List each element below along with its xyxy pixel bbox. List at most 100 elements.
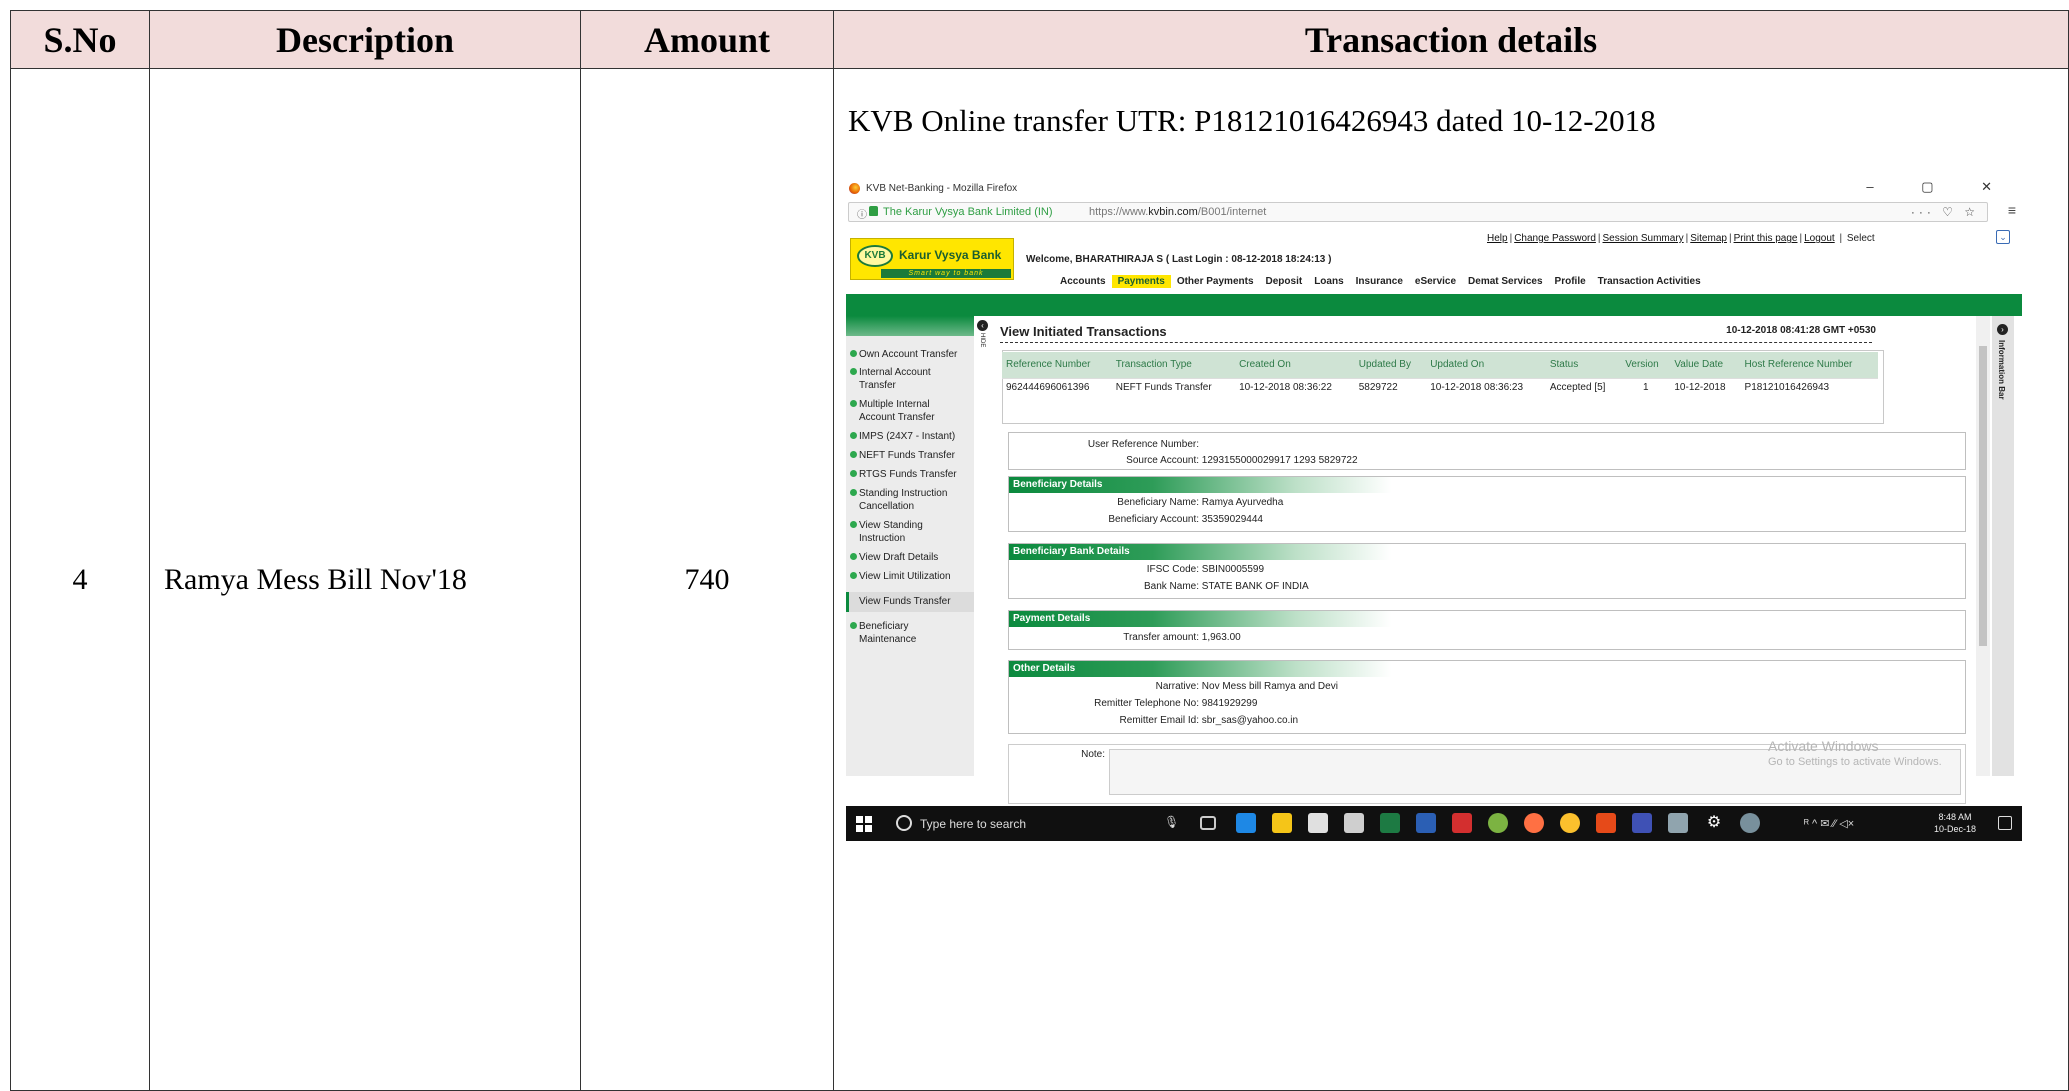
table-row[interactable]: 962444696061396 NEFT Funds Transfer 10-1… bbox=[1002, 377, 1878, 408]
app-icon[interactable] bbox=[1488, 813, 1508, 833]
page-timestamp: 10-12-2018 08:41:28 GMT +0530 bbox=[1726, 325, 1876, 336]
notification-icon[interactable] bbox=[1998, 816, 2012, 830]
app-icon[interactable] bbox=[1632, 813, 1652, 833]
taskbar-search[interactable]: Type here to search bbox=[920, 817, 1026, 831]
language-select[interactable]: Select bbox=[1847, 233, 1875, 244]
edge-icon[interactable] bbox=[1236, 813, 1256, 833]
col-value-date: Value Date bbox=[1670, 352, 1741, 378]
firefox-icon bbox=[849, 183, 860, 194]
col-status: Status bbox=[1545, 352, 1622, 378]
nav-accounts[interactable]: Accounts bbox=[1054, 275, 1112, 288]
welcome-text: Welcome, BHARATHIRAJA S ( Last Login : 0… bbox=[1026, 254, 1332, 265]
session-summary-link[interactable]: Session Summary bbox=[1603, 233, 1684, 244]
hide-label: HIDE bbox=[979, 333, 985, 348]
col-version: Version bbox=[1621, 352, 1671, 378]
microphone-icon[interactable]: 🎙 bbox=[1164, 815, 1179, 829]
vertical-scrollbar[interactable] bbox=[1976, 316, 1990, 776]
hide-sidebar-toggle[interactable]: ‹ HIDE bbox=[977, 320, 989, 364]
nav-deposit[interactable]: Deposit bbox=[1260, 275, 1309, 288]
nav-transaction-activities[interactable]: Transaction Activities bbox=[1592, 275, 1707, 288]
header-transaction-details: Transaction details bbox=[833, 10, 2069, 69]
bank-details-title: Beneficiary Bank Details bbox=[1009, 544, 1965, 560]
file-explorer-icon[interactable] bbox=[1272, 813, 1292, 833]
windows-taskbar: Type here to search 🎙 ⚙ ᴿ ^ ✉ ⁄⁄ ◁× 8:48… bbox=[846, 806, 2022, 841]
information-bar[interactable]: › Information Bar bbox=[1992, 316, 2014, 776]
narrative: Nov Mess bill Ramya and Devi bbox=[1201, 681, 1338, 692]
nav-demat[interactable]: Demat Services bbox=[1462, 275, 1549, 288]
settings-icon[interactable]: ⚙ bbox=[1704, 813, 1724, 833]
sidebar-item-view-limit[interactable]: View Limit Utilization bbox=[850, 570, 970, 583]
sidebar-item-si-cancellation[interactable]: Standing Instruction Cancellation bbox=[850, 487, 970, 513]
cortana-icon[interactable] bbox=[896, 815, 912, 831]
sidebar-item-imps[interactable]: IMPS (24X7 - Instant) bbox=[850, 430, 970, 443]
hamburger-menu-icon[interactable]: ≡ bbox=[2008, 202, 2016, 218]
sidebar-item-neft[interactable]: NEFT Funds Transfer bbox=[850, 449, 970, 462]
initiated-transactions-table: Reference Number Transaction Type Create… bbox=[1002, 352, 1878, 408]
header-sno: S.No bbox=[10, 10, 150, 69]
nav-insurance[interactable]: Insurance bbox=[1350, 275, 1409, 288]
firefox-taskbar-icon[interactable] bbox=[1524, 813, 1544, 833]
sidebar-item-view-standing[interactable]: View Standing Instruction bbox=[850, 519, 970, 545]
system-tray[interactable]: ᴿ ^ ✉ ⁄⁄ ◁× bbox=[1804, 817, 1854, 830]
nav-loans[interactable]: Loans bbox=[1308, 275, 1349, 288]
page-actions-icon[interactable]: ··· ♡ ☆ bbox=[1911, 205, 1979, 219]
info-icon[interactable]: ⓘ bbox=[857, 206, 867, 221]
header-amount: Amount bbox=[580, 10, 834, 69]
information-bar-label: Information Bar bbox=[1997, 340, 2006, 400]
print-page-link[interactable]: Print this page bbox=[1734, 233, 1798, 244]
cell-description: Ramya Mess Bill Nov'18 bbox=[149, 68, 581, 1091]
window-controls[interactable]: – ▢ ✕ bbox=[1866, 179, 2014, 195]
source-account-label: Source Account: bbox=[1126, 455, 1199, 466]
sidebar: Own Account Transfer Internal Account Tra… bbox=[846, 316, 974, 776]
nav-other-payments[interactable]: Other Payments bbox=[1171, 275, 1260, 288]
document-icon[interactable] bbox=[1668, 813, 1688, 833]
remitter-email: sbr_sas@yahoo.co.in bbox=[1201, 715, 1299, 726]
sidebar-item-view-draft[interactable]: View Draft Details bbox=[850, 551, 970, 564]
col-reference: Reference Number bbox=[1002, 352, 1112, 378]
help-link[interactable]: Help bbox=[1487, 233, 1508, 244]
chrome-icon[interactable] bbox=[1560, 813, 1580, 833]
sidebar-item-multiple-internal[interactable]: Multiple Internal Account Transfer bbox=[850, 398, 970, 424]
powerpoint-icon[interactable] bbox=[1596, 813, 1616, 833]
chevron-down-icon[interactable]: ⌄ bbox=[1996, 230, 2010, 244]
change-password-link[interactable]: Change Password bbox=[1514, 233, 1596, 244]
remitter-telephone: 9841929299 bbox=[1201, 698, 1258, 709]
excel-icon[interactable] bbox=[1380, 813, 1400, 833]
address-bar[interactable]: ⓘ The Karur Vysya Bank Limited (IN) http… bbox=[848, 202, 1988, 222]
mail-icon[interactable] bbox=[1344, 813, 1364, 833]
nav-profile[interactable]: Profile bbox=[1549, 275, 1592, 288]
kvb-logo: KVB Karur Vysya Bank Smart way to bank bbox=[850, 238, 1014, 280]
beneficiary-details-title: Beneficiary Details bbox=[1009, 477, 1965, 493]
site-identity[interactable]: The Karur Vysya Bank Limited (IN) bbox=[883, 206, 1053, 218]
nav-eservice[interactable]: eService bbox=[1409, 275, 1462, 288]
col-host-ref: Host Reference Number bbox=[1740, 352, 1878, 378]
url-text[interactable]: https://www.kvbin.com/B001/internet bbox=[1089, 206, 1266, 218]
sidebar-item-own-account[interactable]: Own Account Transfer bbox=[850, 348, 970, 361]
sitemap-link[interactable]: Sitemap bbox=[1690, 233, 1727, 244]
logout-link[interactable]: Logout bbox=[1804, 233, 1835, 244]
word-icon[interactable] bbox=[1416, 813, 1436, 833]
utr-caption: KVB Online transfer UTR: P18121016426943… bbox=[848, 103, 1656, 138]
chevron-right-icon: › bbox=[1997, 324, 2008, 335]
cell-sno: 4 bbox=[10, 68, 150, 1091]
task-view-icon[interactable] bbox=[1200, 816, 1216, 830]
main-nav: Accounts Payments Other Payments Deposit Loa… bbox=[1054, 275, 1707, 290]
col-updated-by: Updated By bbox=[1354, 352, 1427, 378]
acrobat-icon[interactable] bbox=[1452, 813, 1472, 833]
windows-start-icon[interactable] bbox=[856, 816, 872, 832]
lock-icon bbox=[869, 206, 878, 216]
window-title: KVB Net-Banking - Mozilla Firefox bbox=[866, 183, 1018, 194]
beneficiary-name: Ramya Ayurvedha bbox=[1201, 497, 1284, 508]
sidebar-item-internal-account[interactable]: Internal Account Transfer bbox=[850, 366, 970, 392]
bank-name: STATE BANK OF INDIA bbox=[1201, 581, 1309, 592]
note-label: Note: bbox=[1081, 749, 1105, 760]
taskbar-clock[interactable]: 8:48 AM 10-Dec-18 bbox=[1934, 811, 1976, 835]
beneficiary-account: 35359029444 bbox=[1201, 514, 1263, 525]
header-description: Description bbox=[149, 10, 581, 69]
nav-payments[interactable]: Payments bbox=[1111, 275, 1171, 288]
sidebar-item-view-funds-transfer[interactable]: View Funds Transfer bbox=[846, 592, 974, 612]
sidebar-item-rtgs[interactable]: RTGS Funds Transfer bbox=[850, 468, 970, 481]
sidebar-item-beneficiary[interactable]: Beneficiary Maintenance bbox=[850, 620, 970, 646]
paint-icon[interactable] bbox=[1740, 813, 1760, 833]
store-icon[interactable] bbox=[1308, 813, 1328, 833]
